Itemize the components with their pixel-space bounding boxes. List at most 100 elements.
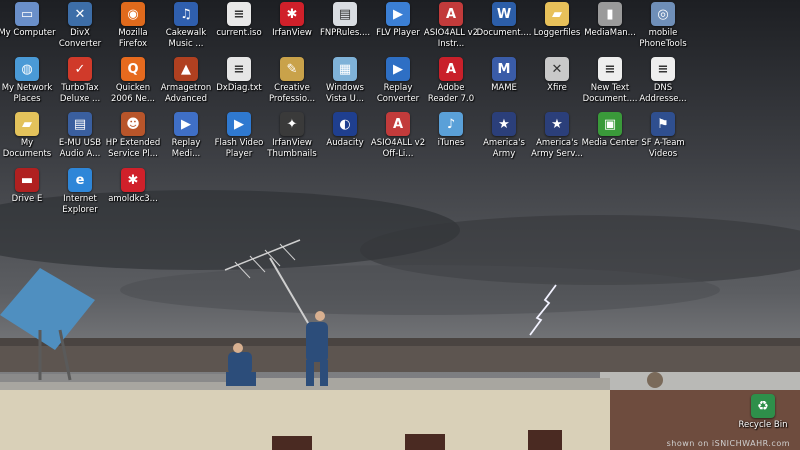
desktop-icon-label: Audacity xyxy=(326,138,364,148)
americas-army-server-icon: ★ xyxy=(545,112,569,136)
xfire-icon: ✕ xyxy=(545,57,569,81)
desktop-icon[interactable]: e Internet Explorer xyxy=(53,168,107,224)
image-file-icon: ✱ xyxy=(121,168,145,192)
desktop-icon[interactable]: ✕ DivX Converter xyxy=(53,2,107,58)
desktop-icon[interactable]: ▶ Replay Converter xyxy=(371,57,425,113)
armagetron-icon: ▲ xyxy=(174,57,198,81)
desktop-icon[interactable]: ♫ Cakewalk Music ... xyxy=(159,2,213,58)
desktop-icon-label: Replay Medi... xyxy=(171,138,201,159)
desktop-icon[interactable]: ◍ My Network Places xyxy=(0,57,54,113)
desktop-icon[interactable]: ♪ iTunes xyxy=(424,112,478,168)
desktop-icon[interactable]: ◐ Audacity xyxy=(318,112,372,168)
desktop-icon-label: ASIO4ALL v2 Off-Li... xyxy=(370,138,426,159)
desktop-icon[interactable]: ◉ Mozilla Firefox xyxy=(106,2,160,58)
media-center-icon: ▣ xyxy=(598,112,622,136)
desktop-icon[interactable]: ✱ IrfanView xyxy=(265,2,319,58)
desktop-icon[interactable]: ≡ New Text Document.... xyxy=(583,57,637,113)
desktop-icon[interactable]: Q Quicken 2006 Ne... xyxy=(106,57,160,113)
desktop-icon[interactable]: A ASIO4ALL v2 Instr... xyxy=(424,2,478,58)
drive-icon: ▬ xyxy=(15,168,39,192)
desktop-icon[interactable]: ▤ E-MU USB Audio A... xyxy=(53,112,107,168)
desktop-icon-label: America's Army xyxy=(483,138,525,159)
desktop-icon[interactable]: ▶ Replay Medi... xyxy=(159,112,213,168)
desktop-icon[interactable]: ☻ HP Extended Service Pl... xyxy=(106,112,160,168)
document-icon: ▤ xyxy=(333,2,357,26)
iso-file-icon: ≡ xyxy=(227,2,251,26)
desktop-icon-label: IrfanView Thumbnails xyxy=(267,138,317,159)
replay-converter-icon: ▶ xyxy=(386,57,410,81)
desktop-icon[interactable]: ✎ Creative Professio... xyxy=(265,57,319,113)
text-file-icon: ≡ xyxy=(227,57,251,81)
irfanview-icon: ✱ xyxy=(280,2,304,26)
desktop-icon[interactable]: ≡ DNS Addresse... xyxy=(636,57,690,113)
desktop-icon-label: mobile PhoneTools xyxy=(639,28,687,49)
desktop-icon[interactable]: ▮ MediaMan... xyxy=(583,2,637,58)
desktop-icon[interactable]: M MAME xyxy=(477,57,531,113)
desktop-icon[interactable]: ▤ FNPRules.... xyxy=(318,2,372,58)
desktop-icon[interactable]: ▰ My Documents xyxy=(0,112,54,168)
desktop-icon-label: Windows Vista U... xyxy=(326,83,364,104)
desktop-icon-label: amoldkc3... xyxy=(108,194,158,204)
desktop-icon-label: DivX Converter xyxy=(58,28,102,49)
desktop-icon[interactable]: ▣ Media Center xyxy=(582,112,638,168)
desktop-icon-label: Replay Converter xyxy=(376,83,420,104)
desktop-icon[interactable]: ≡ DxDiag.txt xyxy=(212,57,266,113)
desktop-icon-label: Creative Professio... xyxy=(268,83,316,104)
desktop-icon-label: Drive E xyxy=(11,194,43,204)
word-document-icon: W xyxy=(492,2,516,26)
mame-icon: M xyxy=(492,57,516,81)
desktop-icon[interactable]: ≡ current.iso xyxy=(212,2,266,58)
media-manager-icon: ▮ xyxy=(598,2,622,26)
folder-icon: ▰ xyxy=(545,2,569,26)
desktop-icon[interactable]: W Document.... xyxy=(477,2,531,58)
desktop-icon[interactable]: ★ America's Army Serv... xyxy=(530,112,584,168)
desktop-icon[interactable]: ✱ amoldkc3... xyxy=(106,168,160,224)
cakewalk-icon: ♫ xyxy=(174,2,198,26)
desktop-icon-label: Quicken 2006 Ne... xyxy=(110,83,156,104)
desktop-icon-label: New Text Document.... xyxy=(582,83,638,104)
text-document-icon: ≡ xyxy=(598,57,622,81)
flash-video-icon: ▶ xyxy=(227,112,251,136)
desktop-icon-label: Xfire xyxy=(547,83,567,93)
recycle-bin-icon: ♻ xyxy=(751,394,775,418)
desktop-icon[interactable]: ✦ IrfanView Thumbnails xyxy=(265,112,319,168)
desktop-icon[interactable]: ✕ Xfire xyxy=(530,57,584,113)
desktop-icon-label: Cakewalk Music ... xyxy=(165,28,207,49)
my-computer-icon: ▭ xyxy=(15,2,39,26)
desktop-icon[interactable]: ▦ Windows Vista U... xyxy=(318,57,372,113)
americas-army-icon: ★ xyxy=(492,112,516,136)
desktop-icon[interactable]: ▶ FLV Player xyxy=(371,2,425,58)
desktop-icon[interactable]: ▭ My Computer xyxy=(0,2,56,58)
desktop[interactable]: ▭ My Computer ✕ DivX Converter ◉ Mozilla Fire… xyxy=(0,0,800,450)
itunes-icon: ♪ xyxy=(439,112,463,136)
desktop-icon[interactable]: ★ America's Army xyxy=(477,112,531,168)
vista-upgrade-icon: ▦ xyxy=(333,57,357,81)
desktop-icon[interactable]: ✓ TurboTax Deluxe ... xyxy=(53,57,107,113)
desktop-icon-label: My Computer xyxy=(0,28,56,38)
desktop-icon[interactable]: ▶ Flash Video Player xyxy=(212,112,266,168)
desktop-icon[interactable]: ◎ mobile PhoneTools xyxy=(636,2,690,58)
desktop-icon-label: iTunes xyxy=(437,138,465,148)
desktop-icon[interactable]: A Adobe Reader 7.0 xyxy=(424,57,478,113)
desktop-icon-label: E-MU USB Audio A... xyxy=(58,138,102,159)
hp-service-icon: ☻ xyxy=(121,112,145,136)
desktop-icon[interactable]: ▰ Loggerfiles xyxy=(530,2,584,58)
emu-audio-icon: ▤ xyxy=(68,112,92,136)
desktop-icon-label: My Network Places xyxy=(1,83,53,104)
desktop-icon-label: Internet Explorer xyxy=(62,194,98,215)
desktop-icon[interactable]: ▲ Armagetron Advanced xyxy=(159,57,213,113)
desktop-icon[interactable]: ▬ Drive E xyxy=(0,168,54,224)
desktop-icon[interactable]: ⚑ SF A-Team Videos xyxy=(636,112,690,168)
desktop-icon-label: TurboTax Deluxe ... xyxy=(59,83,101,104)
desktop-icon-label: My Documents xyxy=(2,138,52,159)
desktop-icon-label: Armagetron Advanced xyxy=(160,83,212,104)
asio4all-icon: A xyxy=(439,2,463,26)
phonetools-icon: ◎ xyxy=(651,2,675,26)
desktop-icon-label: DxDiag.txt xyxy=(216,83,262,93)
desktop-icon-label: FLV Player xyxy=(376,28,420,38)
quicken-icon: Q xyxy=(121,57,145,81)
desktop-icon[interactable]: A ASIO4ALL v2 Off-Li... xyxy=(371,112,425,168)
desktop-icon-label: FNPRules.... xyxy=(319,28,371,38)
desktop-icon-label: Flash Video Player xyxy=(214,138,264,159)
replay-media-icon: ▶ xyxy=(174,112,198,136)
